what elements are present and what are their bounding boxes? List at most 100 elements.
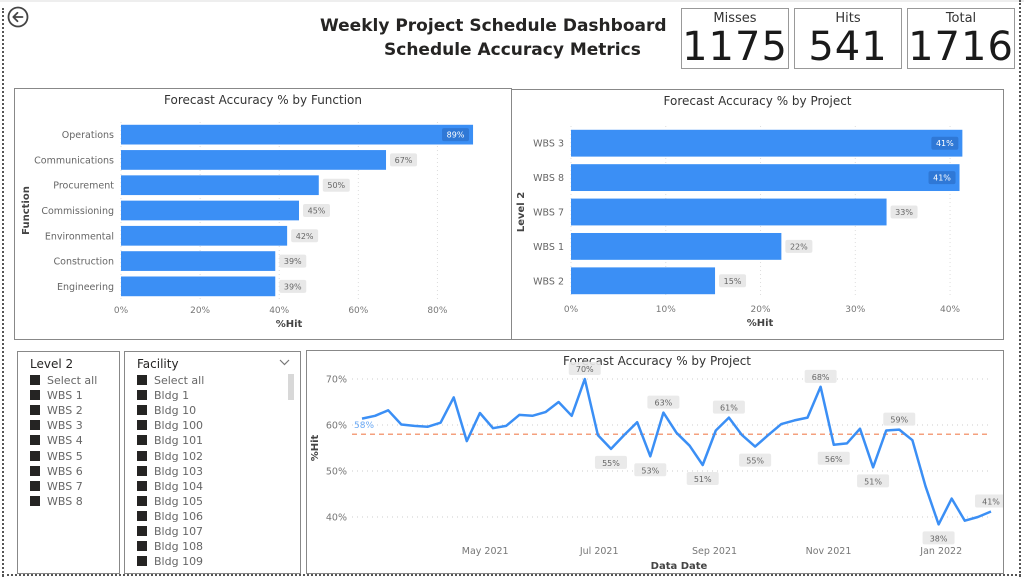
slicer-item-label: Bldg 103	[154, 464, 204, 478]
checkbox[interactable]	[137, 541, 147, 552]
data-label: 41%	[936, 139, 954, 148]
slicer-item[interactable]: WBS 1	[30, 388, 83, 403]
bar	[571, 129, 963, 157]
x-tick-label: 0%	[114, 306, 129, 316]
checkbox[interactable]	[30, 495, 40, 506]
accuracy-line-chart: Forecast Accuracy % by Project40%50%60%7…	[310, 354, 1007, 572]
slicer-item-label: Bldg 108	[154, 540, 204, 554]
x-tick-label: 10%	[656, 305, 676, 315]
category-label: WBS 3	[533, 139, 564, 150]
slicer-item[interactable]: WBS 7	[30, 479, 83, 494]
chart-title: Forecast Accuracy % by Project	[664, 94, 852, 108]
kpi-value: 1175	[682, 24, 788, 70]
slicer-item[interactable]: WBS 8	[30, 494, 83, 509]
data-label: 51%	[864, 477, 882, 486]
checkbox[interactable]	[30, 420, 40, 431]
category-label: WBS 2	[533, 276, 564, 287]
data-label: 51%	[694, 475, 712, 484]
bar	[571, 232, 782, 260]
slicer-item[interactable]: WBS 3	[30, 418, 83, 433]
kpi-card-total: Total 1716	[907, 8, 1015, 69]
slicer-item-label: Bldg 104	[154, 479, 204, 493]
slicer-item-label: Bldg 106	[154, 509, 204, 523]
checkbox[interactable]	[30, 450, 40, 461]
slicer-item[interactable]: Bldg 1	[137, 388, 189, 403]
checkbox[interactable]	[137, 375, 147, 385]
back-arrow-circle-icon[interactable]	[7, 6, 29, 28]
checkbox[interactable]	[137, 480, 147, 491]
x-tick-label: 20%	[190, 306, 210, 316]
page-title: Weekly Project Schedule Dashboard Schedu…	[280, 14, 680, 62]
x-tick-label: Jan 2022	[919, 546, 962, 557]
checkbox[interactable]	[137, 450, 147, 461]
checkbox[interactable]	[137, 556, 147, 567]
checkbox[interactable]	[137, 405, 147, 416]
category-label: Engineering	[57, 282, 114, 293]
y-axis-label: %Hit	[310, 434, 321, 461]
slicer-item[interactable]: WBS 4	[30, 433, 83, 448]
slicer-item-label: WBS 2	[47, 404, 83, 418]
checkbox[interactable]	[30, 465, 40, 476]
checkbox[interactable]	[137, 465, 147, 476]
slicer-item[interactable]: Bldg 103	[137, 464, 203, 479]
bar	[121, 124, 474, 145]
checkbox[interactable]	[137, 526, 147, 536]
data-label: 42%	[296, 232, 314, 241]
data-label: 61%	[720, 404, 738, 413]
facility-slicer[interactable]: Facility Select all Bldg 1 Bldg 10 Bldg 100…	[124, 351, 301, 574]
data-label: 55%	[746, 457, 764, 466]
bar	[121, 200, 299, 221]
slicer-item[interactable]: WBS 5	[30, 449, 83, 464]
y-tick-label: 70%	[326, 375, 347, 386]
function-bar-chart-panel[interactable]: Forecast Accuracy % by Function 0% 20% 40% 6…	[14, 88, 512, 340]
slicer-item-label: Bldg 109	[154, 555, 204, 569]
slicer-item[interactable]: WBS 6	[30, 464, 83, 479]
slicer-item[interactable]: Bldg 109	[137, 554, 203, 569]
title-line1: Weekly Project Schedule Dashboard	[320, 16, 667, 36]
checkbox[interactable]	[137, 495, 147, 506]
checkbox[interactable]	[30, 375, 40, 385]
slicer-item[interactable]: Bldg 107	[137, 524, 203, 539]
x-tick-label: 40%	[269, 306, 289, 316]
slicer-item[interactable]: Bldg 108	[137, 539, 203, 554]
slicer-item[interactable]: Bldg 101	[137, 433, 203, 448]
bar	[121, 150, 387, 170]
slicer-item[interactable]: Select all	[137, 373, 204, 388]
checkbox[interactable]	[30, 480, 40, 491]
category-label: Communications	[34, 155, 114, 166]
slicer-item[interactable]: Bldg 100	[137, 418, 203, 433]
checkbox[interactable]	[137, 510, 147, 521]
category-label: Environmental	[45, 231, 114, 242]
checkbox[interactable]	[137, 435, 147, 446]
slicer-item[interactable]: Select all	[30, 373, 97, 388]
data-label: 55%	[602, 459, 620, 468]
slicer-item[interactable]: Bldg 102	[137, 449, 203, 464]
checkbox[interactable]	[30, 435, 40, 446]
x-axis-label: %Hit	[276, 319, 303, 330]
checkbox[interactable]	[137, 420, 147, 431]
checkbox[interactable]	[30, 390, 40, 401]
slicer-item-label: Bldg 105	[154, 494, 204, 508]
x-axis-label: %Hit	[747, 318, 774, 329]
level2-slicer[interactable]: Level 2 Select all WBS 1 WBS 2 WBS 3 WBS 4 WB…	[17, 351, 120, 574]
checkbox[interactable]	[30, 405, 40, 416]
chevron-down-icon[interactable]	[279, 356, 290, 369]
category-label: Operations	[62, 130, 114, 141]
category-label: Procurement	[53, 181, 114, 192]
slicer-scrollbar[interactable]	[288, 374, 294, 400]
top-border	[0, 0, 1024, 2]
slicer-item[interactable]: Bldg 10	[137, 403, 196, 418]
data-label: 59%	[890, 416, 908, 425]
slicer-item[interactable]: WBS 2	[30, 403, 83, 418]
slicer-item[interactable]: Bldg 105	[137, 494, 203, 509]
slicer-item[interactable]: Bldg 104	[137, 479, 203, 494]
category-label: WBS 7	[533, 208, 564, 219]
checkbox[interactable]	[137, 390, 147, 401]
project-bar-chart-panel[interactable]: Forecast Accuracy % by Project 0% 10% 20% 30…	[511, 89, 1004, 340]
x-tick-label: Sep 2021	[692, 546, 737, 557]
line-chart-panel[interactable]: Forecast Accuracy % by Project 40% 50% 60% 7…	[306, 350, 1007, 574]
y-tick-label: 60%	[326, 421, 347, 432]
slicer-item-label: WBS 5	[47, 449, 83, 463]
slicer-item[interactable]: Bldg 106	[137, 509, 203, 524]
slicer-item-label: Select all	[47, 374, 98, 387]
